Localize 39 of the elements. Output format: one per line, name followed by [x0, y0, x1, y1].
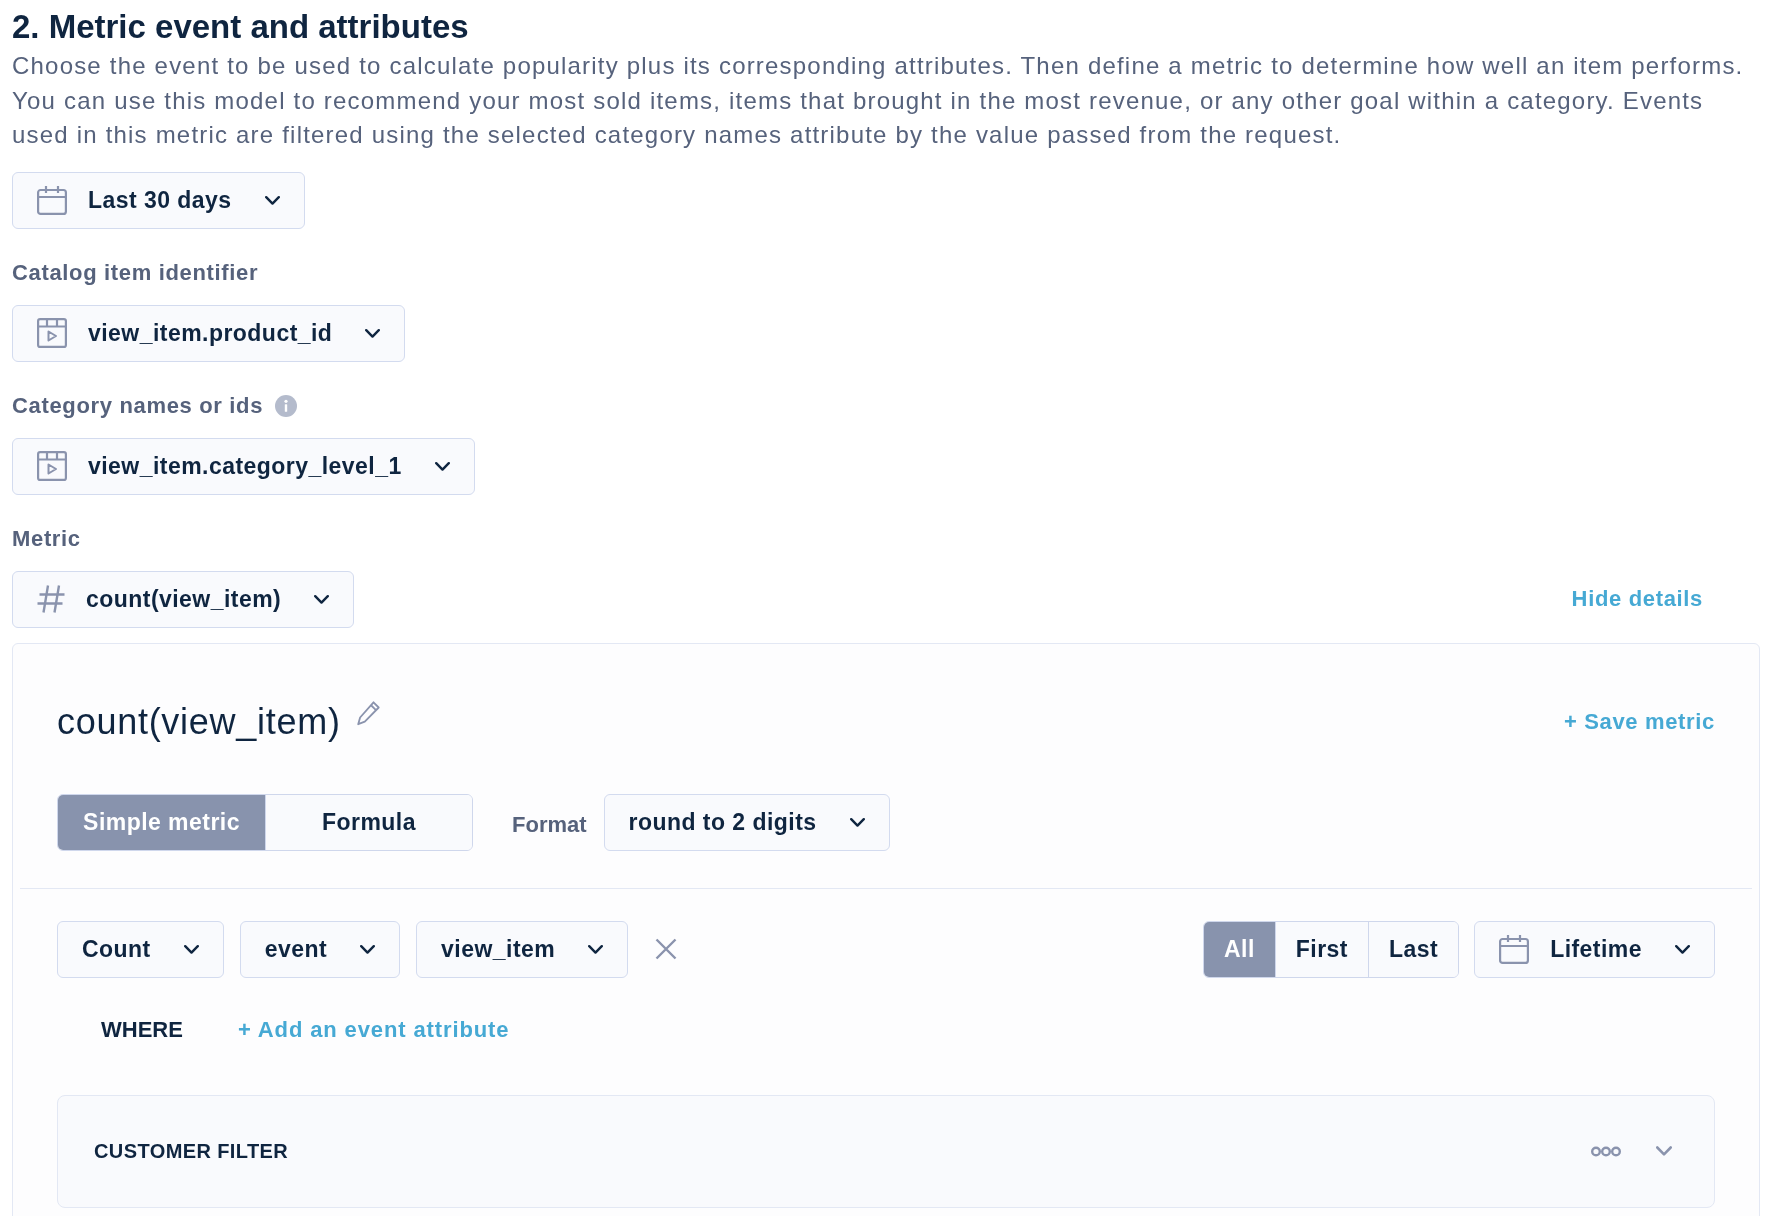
- chevron-down-icon: [183, 944, 199, 954]
- attribute-dropdown[interactable]: view_item.category_level_1: [12, 437, 475, 495]
- more-icon[interactable]: [1591, 1145, 1621, 1157]
- chevron-down-icon: [365, 328, 381, 338]
- metric-dropdown[interactable]: count(view_item): [12, 570, 355, 628]
- video-icon: [37, 318, 67, 348]
- metric-title: count(view_item): [57, 699, 341, 744]
- field-label: Catalog item identifier: [12, 258, 259, 287]
- calendar-icon: [1499, 934, 1530, 964]
- where-label: WHERE: [101, 1015, 183, 1044]
- chevron-down-icon: [849, 817, 865, 827]
- chevron-down-icon[interactable]: [1656, 1146, 1672, 1156]
- chevron-down-icon: [1675, 944, 1690, 954]
- chevron-down-icon: [588, 944, 604, 954]
- query-dropdown[interactable]: event: [239, 920, 401, 978]
- query-dropdown[interactable]: Count: [57, 920, 224, 978]
- query-dropdown[interactable]: view_item: [416, 920, 629, 978]
- field-label: Category names or ids: [12, 391, 264, 420]
- pencil-icon[interactable]: [355, 700, 380, 727]
- attribute-dropdown[interactable]: view_item.product_id: [12, 304, 406, 362]
- calendar-icon: [37, 185, 67, 215]
- chevron-down-icon: [314, 594, 330, 604]
- chevron-down-icon: [264, 195, 280, 205]
- time-range-dropdown[interactable]: Lifetime: [1474, 920, 1715, 978]
- section-heading: 2. Metric event and attributes: [12, 8, 469, 46]
- mode-tab[interactable]: Formula: [265, 794, 472, 850]
- occurrence-tab[interactable]: Last: [1368, 921, 1459, 977]
- field-label: Metric: [12, 524, 81, 553]
- filter-title: CUSTOMER FILTER: [94, 1139, 289, 1164]
- date-range-dropdown[interactable]: Last 30 days: [12, 171, 305, 229]
- video-icon: [37, 451, 67, 481]
- chevron-down-icon: [360, 944, 376, 954]
- close-icon[interactable]: [655, 938, 678, 960]
- section-description: Choose the event to be used to calculate popularity plus its corresponding attributes. Then define a metric to determine how well an item performs. You can use this model to recommend your most sold items, items that brought in the most revenue, or any other goal within a category. Events used in this metric are filtered using the selected category names attribute by the value passed from the request.: [12, 51, 1745, 150]
- occurrence-tab[interactable]: First: [1274, 921, 1368, 977]
- chevron-down-icon: [434, 461, 450, 471]
- format-dropdown[interactable]: round to 2 digits: [603, 793, 890, 851]
- hash-icon: [37, 585, 65, 613]
- format-label: Format: [512, 810, 587, 839]
